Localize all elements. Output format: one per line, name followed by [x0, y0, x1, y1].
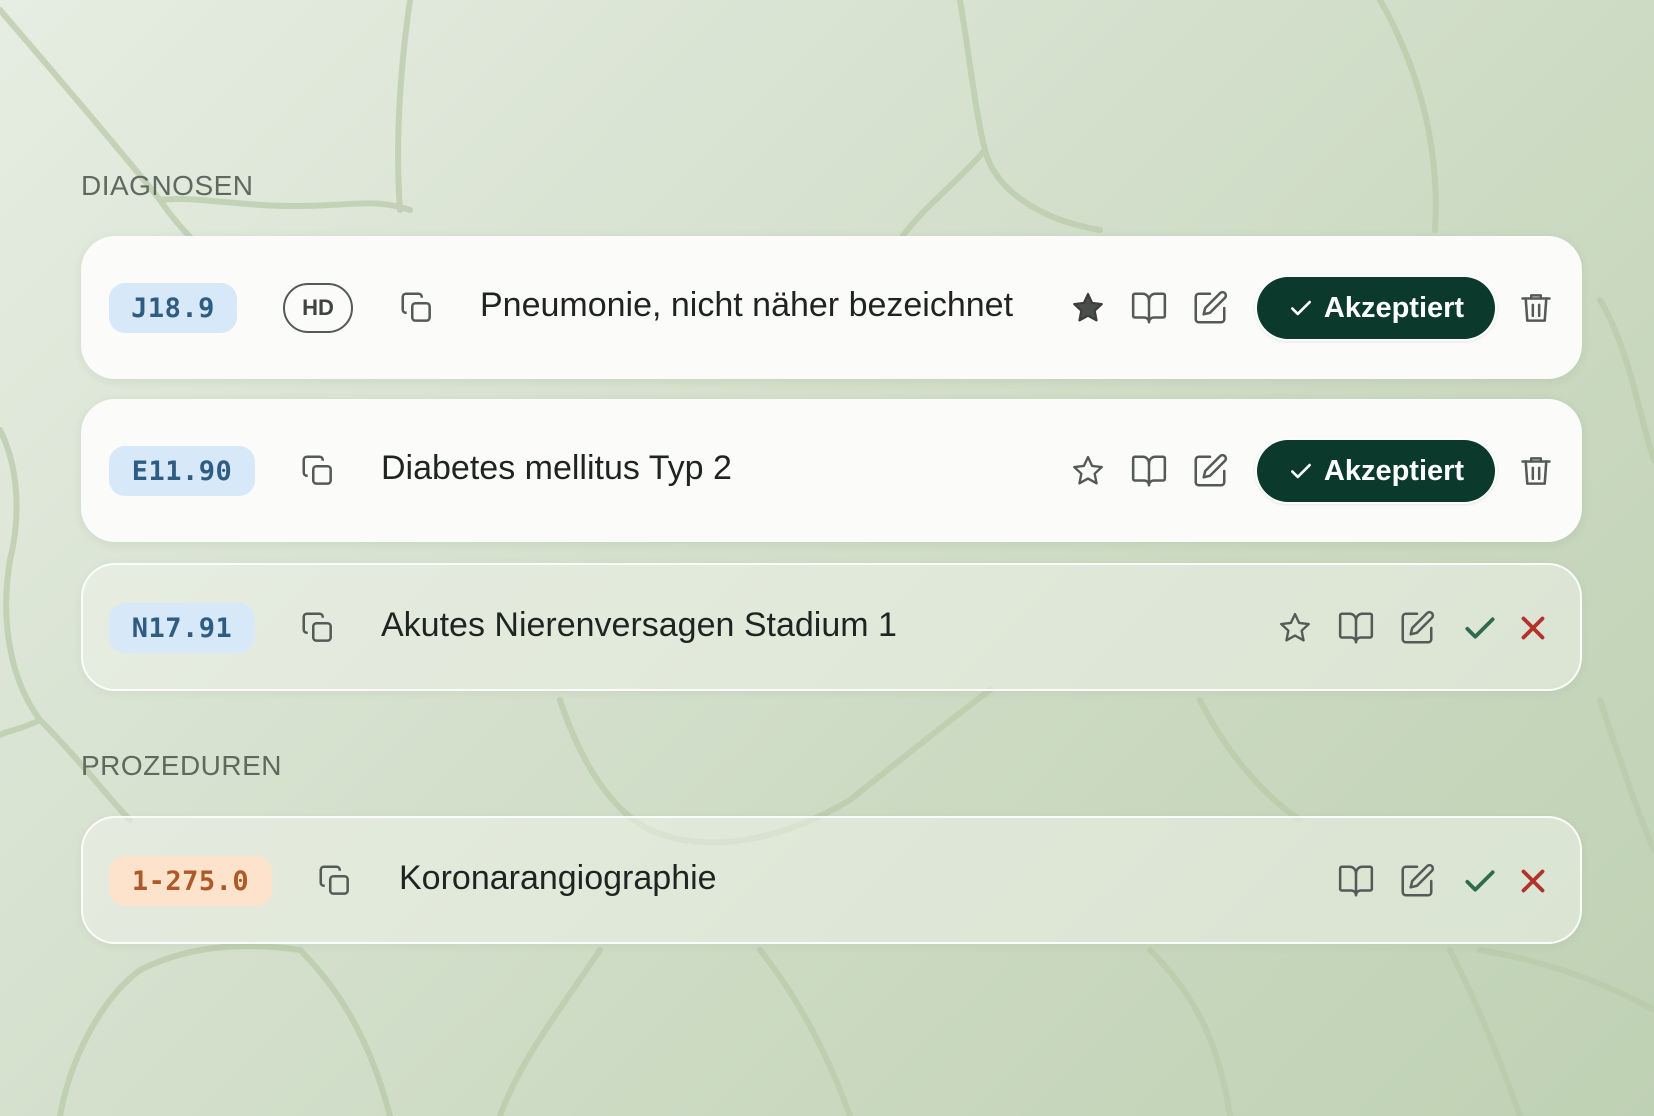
- book-icon[interactable]: [1337, 609, 1375, 647]
- diagnosis-row: N17.91 Akutes Nierenversagen Stadium 1: [81, 563, 1582, 691]
- diagnosis-description: Akutes Nierenversagen Stadium 1: [381, 606, 897, 644]
- procedure-description: Koronarangiographie: [399, 859, 717, 897]
- procedure-row: 1-275.0 Koronarangiographie: [81, 816, 1582, 944]
- accepted-button[interactable]: Akzeptiert: [1257, 277, 1495, 339]
- reject-close-icon[interactable]: [1514, 862, 1552, 900]
- diagnosis-row: J18.9 HD Pneumonie, nicht näher bezeichn…: [81, 236, 1582, 379]
- star-icon[interactable]: [1069, 289, 1107, 327]
- diagnosis-description: Pneumonie, nicht näher bezeichnet: [480, 286, 1014, 324]
- edit-icon[interactable]: [1191, 289, 1229, 327]
- copy-icon[interactable]: [299, 609, 337, 647]
- edit-icon[interactable]: [1398, 609, 1436, 647]
- icd-code-badge[interactable]: E11.90: [109, 446, 255, 496]
- icd-code-badge[interactable]: J18.9: [109, 283, 237, 333]
- star-icon[interactable]: [1069, 452, 1107, 490]
- check-icon: [1290, 463, 1311, 479]
- accepted-button[interactable]: Akzeptiert: [1257, 440, 1495, 502]
- section-label-procedures: PROZEDUREN: [81, 750, 283, 781]
- accepted-label: Akzeptiert: [1323, 454, 1465, 487]
- diagnosis-row: E11.90 Diabetes mellitus Typ 2 Akzeptier…: [81, 399, 1582, 542]
- icd-code-badge[interactable]: N17.91: [109, 603, 255, 653]
- ops-code-badge[interactable]: 1-275.0: [109, 856, 272, 906]
- reject-close-icon[interactable]: [1514, 609, 1552, 647]
- accepted-label: Akzeptiert: [1323, 291, 1465, 324]
- book-icon[interactable]: [1130, 452, 1168, 490]
- book-icon[interactable]: [1337, 862, 1375, 900]
- star-icon[interactable]: [1276, 609, 1314, 647]
- section-label-diagnoses: DIAGNOSEN: [81, 170, 254, 201]
- edit-icon[interactable]: [1398, 862, 1436, 900]
- book-icon[interactable]: [1130, 289, 1168, 327]
- diagnosis-description: Diabetes mellitus Typ 2: [381, 449, 732, 487]
- edit-icon[interactable]: [1191, 452, 1229, 490]
- copy-icon[interactable]: [398, 289, 436, 327]
- trash-icon[interactable]: [1517, 452, 1555, 490]
- copy-icon[interactable]: [316, 862, 354, 900]
- accept-check-icon[interactable]: [1461, 609, 1499, 647]
- accept-check-icon[interactable]: [1461, 862, 1499, 900]
- copy-icon[interactable]: [299, 452, 337, 490]
- trash-icon[interactable]: [1517, 289, 1555, 327]
- main-diagnosis-badge[interactable]: HD: [283, 283, 353, 333]
- check-icon: [1290, 300, 1311, 316]
